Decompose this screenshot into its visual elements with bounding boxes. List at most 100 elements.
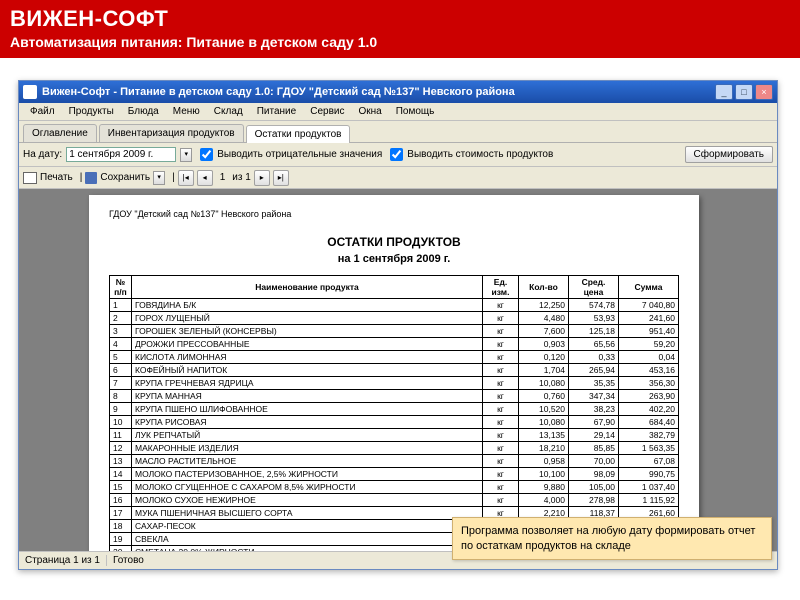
nav-last-button[interactable]: ▸|	[273, 170, 289, 186]
cell-price: 65,56	[569, 338, 619, 351]
menu-dishes[interactable]: Блюда	[121, 104, 166, 119]
tab-inventory[interactable]: Инвентаризация продуктов	[99, 124, 244, 142]
cell-sum: 684,40	[619, 416, 679, 429]
cell-price: 105,00	[569, 481, 619, 494]
cell-unit: кг	[483, 429, 519, 442]
table-row: 9КРУПА ПШЕНО ШЛИФОВАННОЕкг10,52038,23402…	[110, 403, 679, 416]
cell-num: 12	[110, 442, 132, 455]
cell-qty: 0,120	[519, 351, 569, 364]
date-label: На дату:	[23, 149, 62, 160]
cell-unit: кг	[483, 312, 519, 325]
nav-next-button[interactable]: ▸	[254, 170, 270, 186]
cell-sum: 1 037,40	[619, 481, 679, 494]
menu-warehouse[interactable]: Склад	[207, 104, 250, 119]
nav-prev-button[interactable]: ◂	[197, 170, 213, 186]
cell-name: ЛУК РЕПЧАТЫЙ	[132, 429, 483, 442]
cell-name: МОЛОКО ПАСТЕРИЗОВАННОЕ, 2,5% ЖИРНОСТИ	[132, 468, 483, 481]
report-viewport[interactable]: ГДОУ "Детский сад №137" Невского района …	[19, 189, 777, 551]
cell-name: МУКА ПШЕНИЧНАЯ ВЫСШЕГО СОРТА	[132, 507, 483, 520]
table-row: 10КРУПА РИСОВАЯкг10,08067,90684,40	[110, 416, 679, 429]
table-row: 6КОФЕЙНЫЙ НАПИТОКкг1,704265,94453,16	[110, 364, 679, 377]
cell-qty: 0,958	[519, 455, 569, 468]
cell-qty: 7,600	[519, 325, 569, 338]
cell-name: МОЛОКО СУХОЕ НЕЖИРНОЕ	[132, 494, 483, 507]
cell-sum: 59,20	[619, 338, 679, 351]
table-row: 13МАСЛО РАСТИТЕЛЬНОЕкг0,95870,0067,08	[110, 455, 679, 468]
table-row: 2ГОРОХ ЛУЩЕНЫЙкг4,48053,93241,60	[110, 312, 679, 325]
tab-contents[interactable]: Оглавление	[23, 124, 97, 142]
cell-price: 265,94	[569, 364, 619, 377]
table-row: 14МОЛОКО ПАСТЕРИЗОВАННОЕ, 2,5% ЖИРНОСТИк…	[110, 468, 679, 481]
cell-unit: кг	[483, 377, 519, 390]
tab-stock-balance[interactable]: Остатки продуктов	[246, 125, 351, 143]
table-row: 16МОЛОКО СУХОЕ НЕЖИРНОЕкг4,000278,981 11…	[110, 494, 679, 507]
vendor-subtitle: Автоматизация питания: Питание в детском…	[10, 34, 790, 50]
menu-windows[interactable]: Окна	[351, 104, 388, 119]
menu-nutrition[interactable]: Питание	[250, 104, 303, 119]
checkbox-negative-values[interactable]	[200, 148, 213, 161]
close-button[interactable]: ×	[755, 84, 773, 100]
cell-num: 9	[110, 403, 132, 416]
cell-name: КРУПА ГРЕЧНЕВАЯ ЯДРИЦА	[132, 377, 483, 390]
save-dropdown-icon[interactable]: ▾	[153, 171, 165, 185]
org-name: ГДОУ "Детский сад №137" Невского района	[109, 209, 679, 219]
cell-name: МАКАРОННЫЕ ИЗДЕЛИЯ	[132, 442, 483, 455]
vendor-banner: ВИЖЕН-СОФТ Автоматизация питания: Питани…	[0, 0, 800, 58]
date-input[interactable]	[66, 147, 176, 162]
report-page: ГДОУ "Детский сад №137" Невского района …	[89, 195, 699, 551]
info-callout: Программа позволяет на любую дату формир…	[452, 517, 772, 560]
cell-num: 16	[110, 494, 132, 507]
cell-price: 85,85	[569, 442, 619, 455]
cell-name: ГОРОШЕК ЗЕЛЕНЫЙ (КОНСЕРВЫ)	[132, 325, 483, 338]
table-row: 7КРУПА ГРЕЧНЕВАЯ ЯДРИЦАкг10,08035,35356,…	[110, 377, 679, 390]
cell-num: 11	[110, 429, 132, 442]
menu-file[interactable]: Файл	[23, 104, 62, 119]
cell-qty: 0,760	[519, 390, 569, 403]
minimize-button[interactable]: _	[715, 84, 733, 100]
cell-qty: 0,903	[519, 338, 569, 351]
cell-unit: кг	[483, 364, 519, 377]
app-icon	[23, 85, 37, 99]
menu-help[interactable]: Помощь	[389, 104, 442, 119]
report-title: ОСТАТКИ ПРОДУКТОВ	[109, 235, 679, 249]
cell-qty: 9,880	[519, 481, 569, 494]
checkbox-negative-label: Выводить отрицательные значения	[217, 149, 382, 160]
cell-sum: 1 563,35	[619, 442, 679, 455]
maximize-button[interactable]: □	[735, 84, 753, 100]
generate-button[interactable]: Сформировать	[685, 146, 774, 163]
cell-num: 2	[110, 312, 132, 325]
cell-unit: кг	[483, 338, 519, 351]
th-num: № п/п	[110, 276, 132, 299]
cell-qty: 10,100	[519, 468, 569, 481]
cell-price: 98,09	[569, 468, 619, 481]
checkbox-show-cost[interactable]	[390, 148, 403, 161]
cell-unit: кг	[483, 455, 519, 468]
print-icon	[23, 172, 37, 184]
vendor-title: ВИЖЕН-СОФТ	[10, 6, 790, 32]
save-button[interactable]: Сохранить	[100, 172, 150, 183]
cell-unit: кг	[483, 442, 519, 455]
th-unit: Ед. изм.	[483, 276, 519, 299]
cell-price: 278,98	[569, 494, 619, 507]
report-toolbar: Печать | Сохранить ▾ | |◂ ◂ 1 из 1 ▸ ▸|	[19, 167, 777, 189]
cell-sum: 67,08	[619, 455, 679, 468]
cell-num: 13	[110, 455, 132, 468]
menu-products[interactable]: Продукты	[62, 104, 121, 119]
date-dropdown-icon[interactable]: ▾	[180, 148, 192, 162]
filter-toolbar: На дату: ▾ Выводить отрицательные значен…	[19, 143, 777, 167]
cell-unit: кг	[483, 390, 519, 403]
cell-sum: 402,20	[619, 403, 679, 416]
menu-menu[interactable]: Меню	[166, 104, 207, 119]
cell-sum: 382,79	[619, 429, 679, 442]
cell-name: КРУПА ПШЕНО ШЛИФОВАННОЕ	[132, 403, 483, 416]
cell-num: 1	[110, 299, 132, 312]
menu-service[interactable]: Сервис	[303, 104, 351, 119]
page-number: 1	[216, 172, 230, 183]
cell-name: СВЕКЛА	[132, 533, 483, 546]
print-button[interactable]: Печать	[40, 172, 73, 183]
cell-unit: кг	[483, 416, 519, 429]
cell-num: 8	[110, 390, 132, 403]
window-title: Вижен-Софт - Питание в детском саду 1.0:…	[42, 86, 715, 98]
nav-first-button[interactable]: |◂	[178, 170, 194, 186]
cell-qty: 12,250	[519, 299, 569, 312]
